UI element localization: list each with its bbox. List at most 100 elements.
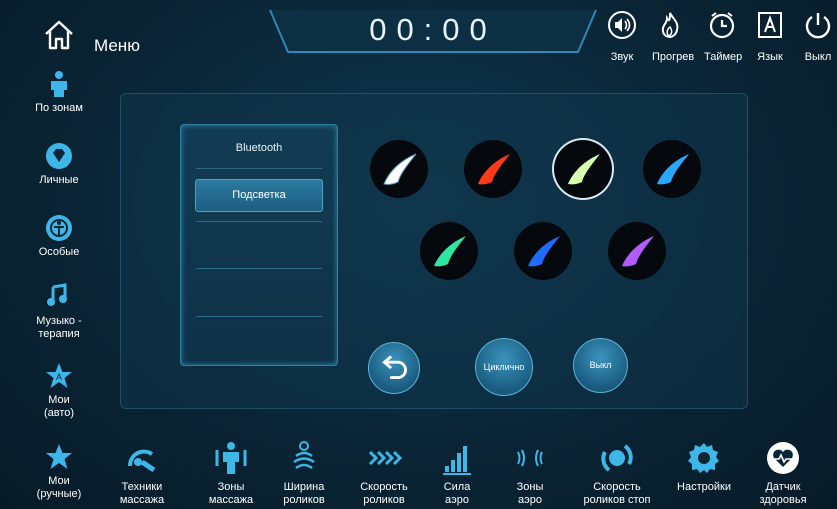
sidebar-item-zones[interactable]: По зонам [24, 70, 94, 115]
air-zones-icon [517, 449, 543, 467]
foot-roller-speed-icon [601, 444, 633, 472]
bottom-item-air-strength[interactable]: Сила аэро [417, 440, 497, 507]
massage-technique-icon [128, 449, 156, 473]
bottom-item-label-1: Датчик [765, 481, 801, 493]
body-zones-icon [51, 71, 67, 97]
massage-zones-icon [215, 442, 247, 474]
roller-speed-icon [368, 450, 402, 466]
air-strength-icon [443, 446, 471, 475]
star-icon [46, 444, 72, 469]
bottom-item-air-zones[interactable]: Зоны аэро [490, 440, 570, 507]
bottom-item-label-1: Скорость [360, 481, 408, 493]
power-label: Выкл [804, 51, 832, 63]
cycle-button[interactable]: Циклично [475, 338, 533, 396]
bottom-item-label-2: роликов [283, 494, 325, 506]
bottom-item-label-1: Зоны [516, 481, 544, 493]
bottom-item-label-2: аэро [518, 494, 542, 506]
bottom-item-foot-roller-speed[interactable]: Скорость роликов стоп [577, 440, 657, 507]
menu-divider [196, 168, 322, 169]
diamond-icon [46, 143, 72, 169]
sidebar-item-label: Особые [38, 246, 80, 258]
sidebar-item-label-2: терапия [38, 328, 80, 340]
bottom-item-label-1: Ширина [283, 481, 325, 493]
light-swoosh-icon [383, 153, 417, 185]
timer-icon [709, 12, 735, 39]
special-icon [46, 215, 72, 241]
sidebar-item-label: По зонам [35, 102, 83, 114]
timer-display: 00:00 [369, 12, 497, 47]
bottom-item-massage-zones[interactable]: Зоны массажа [191, 440, 271, 507]
menu-label[interactable]: Меню [94, 36, 140, 56]
svg-text:A: A [56, 372, 62, 382]
sound-label: Звук [610, 51, 634, 63]
menu-divider [196, 221, 322, 222]
color-white-green-button[interactable] [554, 140, 612, 198]
bottom-item-label-2: массажа [119, 494, 165, 506]
sound-icon [608, 11, 636, 39]
sidebar-item-special[interactable]: Особые [24, 214, 94, 259]
sidebar-item-personal[interactable]: Личные [24, 142, 94, 187]
color-green-button[interactable] [420, 222, 478, 280]
sidebar-item-label: Личные [39, 174, 79, 186]
color-red-button[interactable] [464, 140, 522, 198]
backlight-off-button[interactable]: Выкл [573, 338, 628, 393]
menu-divider [196, 316, 322, 317]
bottom-item-label-1: Настройки [677, 481, 731, 493]
bottom-item-settings[interactable]: Настройки [664, 440, 744, 494]
light-swoosh-icon [568, 154, 600, 185]
color-blue-button[interactable] [643, 140, 701, 198]
light-swoosh-icon [434, 236, 466, 267]
gear-icon [688, 443, 719, 473]
menu-divider [196, 268, 322, 269]
sidebar-item-label-1: Мои [48, 475, 70, 487]
heat-label: Прогрев [652, 51, 695, 63]
music-note-icon [47, 283, 67, 306]
sidebar-item-label-1: Музыко - [36, 315, 82, 327]
bottom-item-label-2: роликов [363, 494, 405, 506]
bottom-item-label-2: аэро [445, 494, 469, 506]
sidebar-item-label-2: (авто) [43, 407, 75, 419]
star-a-icon: A [46, 363, 72, 388]
backlight-menu-item[interactable]: Подсветка [195, 179, 323, 212]
color-deep-blue-button[interactable] [514, 222, 572, 280]
light-swoosh-icon [657, 154, 689, 185]
sound-button[interactable]: Звук [604, 10, 640, 63]
power-button[interactable]: Выкл [800, 10, 836, 63]
color-white-button[interactable] [370, 140, 428, 198]
bottom-item-label-2: здоровья [759, 494, 807, 506]
language-button[interactable]: Язык [752, 10, 788, 63]
language-icon [758, 12, 782, 38]
light-swoosh-icon [622, 236, 654, 267]
timer-button[interactable]: Таймер [704, 10, 743, 63]
light-swoosh-icon [478, 154, 510, 185]
color-purple-button[interactable] [608, 222, 666, 280]
bottom-item-health-sensor[interactable]: Датчик здоровья [743, 440, 823, 507]
language-label: Язык [757, 51, 783, 63]
bottom-item-massage-technique[interactable]: Техники массажа [102, 440, 182, 507]
bottom-item-label-1: Сила [443, 481, 471, 493]
bottom-item-label-1: Зоны [217, 481, 245, 493]
heat-button[interactable]: Прогрев [652, 10, 695, 63]
sidebar-item-my-manual[interactable]: Мои (ручные) [24, 443, 94, 501]
sidebar-item-my-auto[interactable]: A Мои (авто) [24, 362, 94, 420]
settings-menu-panel [180, 124, 338, 366]
bluetooth-menu-item[interactable]: Bluetooth [182, 142, 336, 154]
back-arrow-icon [382, 355, 407, 380]
sidebar-item-music[interactable]: Музыко - терапия [24, 283, 94, 341]
health-sensor-icon [767, 442, 799, 474]
bottom-item-label-1: Скорость [593, 481, 641, 493]
bottom-item-roller-width[interactable]: Ширина роликов [264, 440, 344, 507]
sidebar-item-label-2: (ручные) [36, 488, 82, 500]
bottom-item-roller-speed[interactable]: Скорость роликов [344, 440, 424, 507]
light-swoosh-icon [528, 236, 560, 267]
roller-width-icon [293, 441, 315, 470]
bottom-item-label-2: роликов стоп [583, 494, 651, 506]
timer-label: Таймер [704, 51, 743, 63]
home-icon[interactable] [42, 18, 76, 52]
heat-icon [661, 12, 679, 39]
sidebar-item-label-1: Мои [48, 394, 70, 406]
back-button[interactable] [368, 342, 420, 394]
power-icon [805, 13, 831, 39]
bottom-item-label-1: Техники [121, 481, 163, 493]
bottom-item-label-2: массажа [208, 494, 254, 506]
